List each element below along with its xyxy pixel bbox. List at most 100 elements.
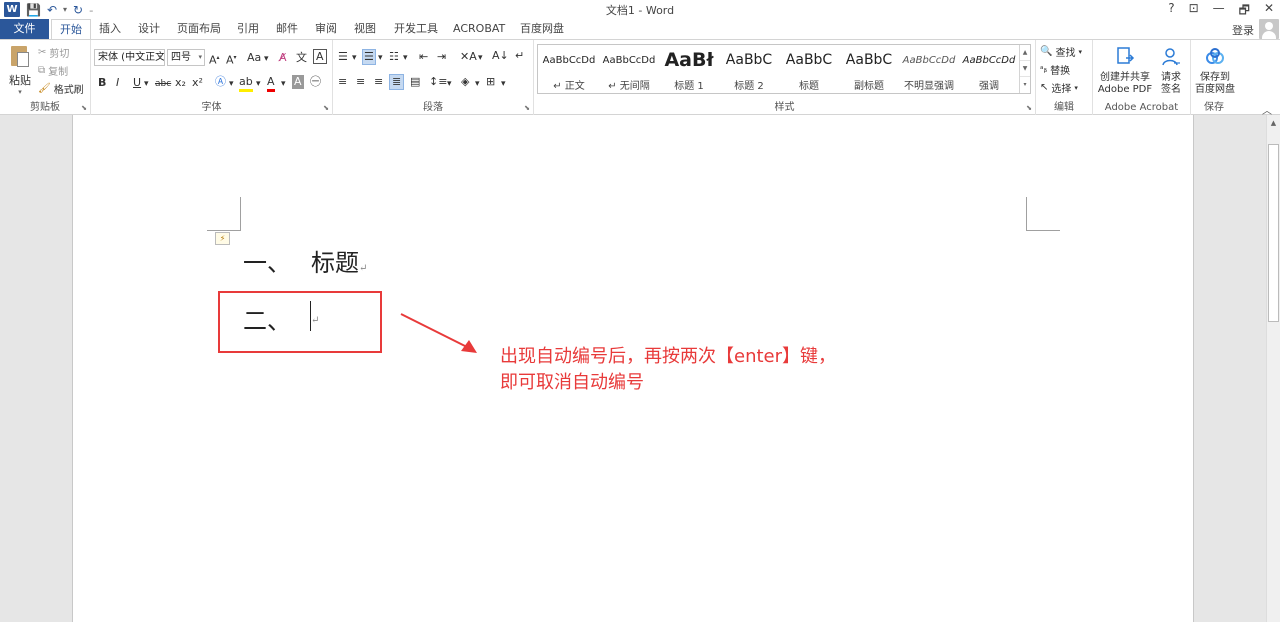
chevron-down-icon[interactable]: ▾ bbox=[447, 77, 452, 91]
clear-formatting-icon[interactable]: A̸ bbox=[279, 51, 287, 65]
save-group: 保存到 百度网盘 保存 bbox=[1191, 40, 1237, 115]
paste-button[interactable]: 粘贴 ▾ bbox=[6, 44, 34, 96]
style-name: 副标题 bbox=[854, 81, 884, 92]
chevron-down-icon[interactable]: ▾ bbox=[256, 77, 261, 91]
show-marks-icon[interactable]: ↵ bbox=[515, 49, 524, 63]
scrollbar-thumb[interactable] bbox=[1268, 144, 1279, 322]
tab-design[interactable]: 设计 bbox=[130, 19, 168, 39]
align-right-icon[interactable]: ≡ bbox=[374, 75, 383, 89]
create-share-pdf-button[interactable]: 创建并共享 Adobe PDF bbox=[1096, 46, 1154, 96]
distributed-icon[interactable]: ▤ bbox=[410, 75, 420, 89]
chevron-down-icon[interactable]: ▾ bbox=[378, 51, 383, 65]
text-effects-icon[interactable]: Ⓐ bbox=[215, 75, 226, 89]
save-to-baidu-button[interactable]: 保存到 百度网盘 bbox=[1193, 46, 1237, 96]
sort-icon[interactable]: A↓ bbox=[492, 49, 509, 63]
character-border-icon[interactable]: A bbox=[313, 49, 327, 64]
tab-review[interactable]: 审阅 bbox=[307, 19, 345, 39]
chevron-down-icon[interactable]: ▾ bbox=[403, 51, 408, 65]
more-styles-icon[interactable]: ▾ bbox=[1020, 77, 1030, 93]
style-subtitle[interactable]: AaBbC 副标题 bbox=[839, 45, 899, 93]
shrink-font-icon[interactable]: A▾ bbox=[226, 51, 237, 68]
font-size-select[interactable]: 四号 ▾ bbox=[167, 49, 205, 66]
scroll-up-icon[interactable]: ▲ bbox=[1020, 45, 1030, 61]
tab-references[interactable]: 引用 bbox=[229, 19, 267, 39]
scroll-down-icon[interactable]: ▼ bbox=[1020, 61, 1030, 77]
clipboard-launcher-icon[interactable]: ⬊ bbox=[81, 104, 87, 112]
shading-icon[interactable]: ◈ bbox=[461, 75, 469, 89]
tab-file[interactable]: 文件 bbox=[0, 19, 49, 39]
find-icon: 🔍 bbox=[1040, 46, 1053, 57]
increase-indent-icon[interactable]: ⇥ bbox=[437, 50, 446, 64]
styles-launcher-icon[interactable]: ⬊ bbox=[1026, 104, 1032, 112]
style-title[interactable]: AaBbC 标题 bbox=[779, 45, 839, 93]
copy-button[interactable]: ⧉ 复制 bbox=[38, 63, 68, 78]
decrease-indent-icon[interactable]: ⇤ bbox=[419, 50, 428, 64]
multilevel-list-icon[interactable]: ☷ bbox=[389, 50, 399, 64]
align-center-icon[interactable]: ≡ bbox=[356, 75, 365, 89]
tab-insert[interactable]: 插入 bbox=[91, 19, 129, 39]
avatar[interactable] bbox=[1259, 19, 1279, 39]
brush-icon: 🖌 bbox=[38, 83, 51, 94]
style-normal[interactable]: AaBbCcDd ↵ 正文 bbox=[539, 45, 599, 93]
tab-developer[interactable]: 开发工具 bbox=[386, 19, 446, 39]
tab-page-layout[interactable]: 页面布局 bbox=[169, 19, 229, 39]
style-emphasis[interactable]: AaBbCcDd 强调 bbox=[959, 45, 1019, 93]
document-page[interactable]: ⚡ 一、 标题↵ 二、 ↵ 出现自动编号后，再按两次【enter】键， 即可取消… bbox=[72, 115, 1194, 622]
chinese-layout-icon[interactable]: ✕A bbox=[460, 50, 477, 64]
bullets-icon[interactable]: ☰ bbox=[338, 50, 348, 64]
numbering-icon[interactable]: ☰ bbox=[362, 49, 376, 65]
format-painter-button[interactable]: 🖌 格式刷 bbox=[38, 81, 84, 96]
chevron-down-icon[interactable]: ▾ bbox=[352, 51, 357, 65]
grow-font-icon[interactable]: A▴ bbox=[209, 51, 220, 68]
change-case-button[interactable]: Aa bbox=[247, 51, 261, 65]
style-subtle-emphasis[interactable]: AaBbCcDd 不明显强调 bbox=[899, 45, 959, 93]
highlight-icon[interactable]: ab bbox=[239, 75, 253, 92]
justify-icon[interactable]: ≣ bbox=[389, 74, 405, 90]
italic-button[interactable]: I bbox=[116, 76, 119, 90]
cut-button[interactable]: ✂ 剪切 bbox=[38, 45, 69, 60]
underline-button[interactable]: U bbox=[133, 76, 141, 90]
chevron-down-icon[interactable]: ▾ bbox=[281, 77, 286, 91]
chevron-down-icon[interactable]: ▾ bbox=[501, 77, 506, 91]
font-name-select[interactable]: 宋体 (中文正文) ▾ bbox=[94, 49, 165, 66]
style-sample: AaBbC bbox=[845, 52, 893, 68]
align-left-icon[interactable]: ≡ bbox=[338, 75, 347, 89]
superscript-button[interactable]: x² bbox=[192, 76, 203, 90]
tab-acrobat[interactable]: ACROBAT bbox=[445, 19, 513, 39]
line-spacing-icon[interactable]: ↕≡ bbox=[429, 75, 447, 89]
request-signature-label-1: 请求 bbox=[1161, 72, 1181, 83]
enclose-characters-icon[interactable]: ㊀ bbox=[310, 75, 321, 89]
bold-button[interactable]: B bbox=[98, 76, 106, 90]
autocorrect-options-icon[interactable]: ⚡ bbox=[215, 232, 230, 245]
tab-mailings[interactable]: 邮件 bbox=[268, 19, 306, 39]
style-name: ↵ 正文 bbox=[553, 81, 585, 92]
document-area: ⚡ 一、 标题↵ 二、 ↵ 出现自动编号后，再按两次【enter】键， 即可取消… bbox=[0, 115, 1266, 622]
style-heading-2[interactable]: AaBbC 标题 2 bbox=[719, 45, 779, 93]
login-link[interactable]: 登录 bbox=[1232, 22, 1254, 38]
tab-baidu-netdisk[interactable]: 百度网盘 bbox=[512, 19, 572, 39]
borders-icon[interactable]: ⊞ bbox=[486, 75, 495, 89]
paste-icon bbox=[9, 44, 31, 68]
chevron-down-icon[interactable]: ▾ bbox=[264, 52, 269, 66]
find-button[interactable]: 🔍 查找 ▾ bbox=[1040, 44, 1082, 59]
font-color-icon[interactable]: A bbox=[267, 75, 275, 92]
paragraph-launcher-icon[interactable]: ⬊ bbox=[524, 104, 530, 112]
scroll-up-icon[interactable]: ▲ bbox=[1267, 115, 1280, 131]
request-signature-button[interactable]: 请求 签名 bbox=[1156, 46, 1186, 96]
chevron-down-icon[interactable]: ▾ bbox=[478, 51, 483, 65]
select-button[interactable]: ↖ 选择 ▾ bbox=[1040, 80, 1078, 95]
font-launcher-icon[interactable]: ⬊ bbox=[323, 104, 329, 112]
strikethrough-button[interactable]: abc bbox=[155, 77, 171, 91]
style-heading-1[interactable]: AaBł 标题 1 bbox=[659, 45, 719, 93]
tab-view[interactable]: 视图 bbox=[346, 19, 384, 39]
vertical-scrollbar[interactable]: ▲ bbox=[1266, 115, 1280, 622]
chevron-down-icon[interactable]: ▾ bbox=[475, 77, 480, 91]
chevron-down-icon[interactable]: ▾ bbox=[144, 77, 149, 91]
character-shading-icon[interactable]: A bbox=[292, 75, 304, 89]
subscript-button[interactable]: x₂ bbox=[175, 76, 186, 90]
tab-home[interactable]: 开始 bbox=[51, 19, 91, 40]
replace-button[interactable]: ᵃᵦ 替换 bbox=[1040, 62, 1070, 78]
phonetic-guide-icon[interactable]: 文 bbox=[296, 51, 307, 65]
chevron-down-icon[interactable]: ▾ bbox=[229, 77, 234, 91]
style-no-spacing[interactable]: AaBbCcDd ↵ 无间隔 bbox=[599, 45, 659, 93]
